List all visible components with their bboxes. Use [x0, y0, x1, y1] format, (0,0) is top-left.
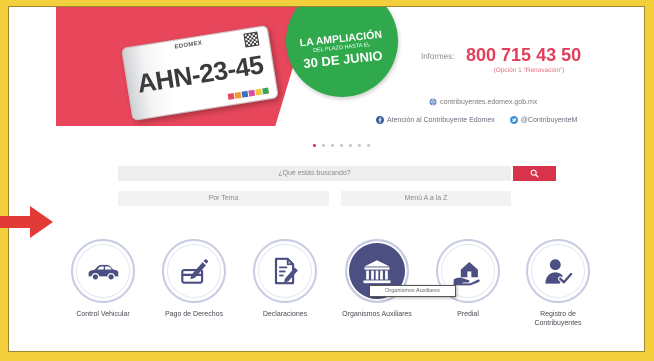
service-pago-derechos[interactable]: Pago de Derechos	[152, 239, 236, 319]
social-links: Atención al Contribuyente Edomex @Contri…	[376, 116, 577, 124]
phone-option: (Opción 1 “Renovación”)	[493, 67, 565, 74]
service-label[interactable]: Registro de Contribuyentes	[528, 310, 588, 328]
service-label[interactable]: Pago de Derechos	[152, 310, 236, 319]
car-icon	[88, 264, 119, 281]
twitter-link[interactable]: @ContribuyenteM	[521, 117, 578, 124]
service-button[interactable]	[526, 239, 590, 303]
service-button[interactable]	[71, 239, 135, 303]
deadline-badge[interactable]: LA AMPLIACIÓN DEL PLAZO HASTA EL 30 DE J…	[285, 7, 400, 97]
qr-code-icon	[243, 31, 260, 48]
carousel-dot[interactable]	[340, 144, 343, 147]
service-organismos-auxiliares[interactable]: Organismos Auxiliares	[335, 239, 419, 319]
carousel-dots	[313, 144, 370, 147]
browser-page: EDOMEX AHN-23-45 LA AMPLIACIÓN DEL PLAZO…	[8, 6, 645, 352]
filter-by-topic[interactable]: Por Tema	[118, 191, 329, 206]
red-arrow-icon	[0, 206, 53, 238]
facebook-link[interactable]: Atención al Contribuyente Edomex	[387, 117, 495, 124]
informes-label: Informes:	[421, 52, 455, 61]
service-label[interactable]: Predial	[426, 310, 510, 319]
building-icon	[363, 260, 391, 284]
globe-icon	[429, 98, 437, 106]
badge-text: LA AMPLIACIÓN DEL PLAZO HASTA EL 30 DE J…	[285, 27, 400, 73]
service-button[interactable]	[162, 239, 226, 303]
hover-tooltip: Organismos Auxiliares	[369, 285, 456, 297]
twitter-icon[interactable]	[509, 116, 518, 124]
carousel-dot[interactable]	[367, 144, 370, 147]
website-link[interactable]: contribuyentes.edomex.gob.mx	[429, 98, 537, 106]
search-icon	[530, 169, 539, 178]
service-predial[interactable]: Predial	[426, 239, 510, 319]
phone-number[interactable]: 800 715 43 50	[466, 45, 581, 66]
facebook-icon[interactable]	[376, 116, 384, 124]
carousel-dot[interactable]	[358, 144, 361, 147]
declaration-icon	[274, 257, 298, 285]
search-button[interactable]	[513, 166, 556, 181]
filter-a-to-z[interactable]: Menú A a la Z	[341, 191, 511, 206]
search-input[interactable]	[118, 166, 511, 181]
service-button[interactable]	[253, 239, 317, 303]
service-label[interactable]: Control Vehicular	[61, 310, 145, 319]
website-text: contribuyentes.edomex.gob.mx	[440, 98, 538, 106]
service-registro-contribuyentes[interactable]: Registro de Contribuyentes	[516, 239, 600, 328]
service-label[interactable]: Declaraciones	[243, 310, 327, 319]
plate-color-pattern	[227, 87, 270, 100]
service-declaraciones[interactable]: Declaraciones	[243, 239, 327, 319]
plate-brand: EDOMEX	[174, 40, 203, 51]
carousel-dot[interactable]	[349, 144, 352, 147]
service-label[interactable]: Organismos Auxiliares	[335, 310, 419, 319]
payment-icon	[181, 259, 209, 284]
service-control-vehicular[interactable]: Control Vehicular	[61, 239, 145, 319]
carousel-dot[interactable]	[331, 144, 334, 147]
taxpayer-icon	[545, 259, 574, 286]
carousel-dot[interactable]	[313, 144, 316, 147]
carousel-dot[interactable]	[322, 144, 325, 147]
house-hand-icon	[453, 262, 480, 286]
